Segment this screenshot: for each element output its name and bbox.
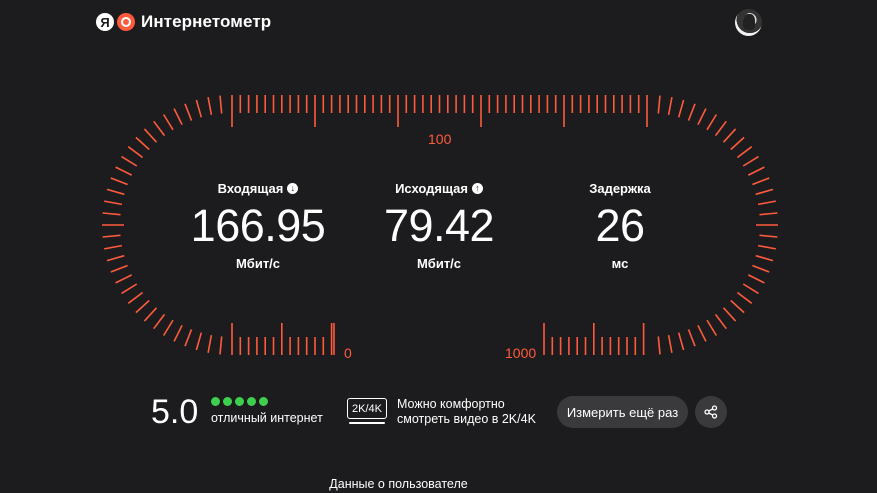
latency-metric: Задержка 26 мс [520, 180, 720, 272]
scale-label-0: 0 [344, 345, 352, 361]
scale-tick [687, 329, 696, 347]
latency-unit: мс [611, 256, 629, 271]
upload-label: Исходящая [395, 180, 468, 196]
scale-tick [722, 307, 737, 322]
scale-tick [736, 291, 753, 304]
scale-tick [747, 274, 765, 284]
scale-label-100: 100 [428, 131, 452, 147]
scale-tick [162, 319, 174, 336]
scale-tick [742, 283, 759, 295]
scale-tick [759, 234, 778, 238]
scale-tick [657, 336, 661, 355]
scale-tick [722, 128, 737, 143]
tv-stand-icon [349, 422, 385, 424]
retest-button[interactable]: Измерить ещё раз [557, 396, 688, 428]
video-description: Можно комфортно смотреть видео в 2K/4K [397, 397, 536, 427]
scale-tick [757, 200, 776, 206]
scale-tick [706, 114, 718, 131]
scale-tick [173, 324, 183, 342]
latency-label: Задержка [589, 180, 651, 196]
scale-tick [106, 254, 125, 262]
scale-tick [714, 120, 727, 137]
scale-tick [752, 264, 770, 273]
scale-tick [110, 264, 128, 273]
user-data-link[interactable]: Данные о пользователе [0, 477, 797, 491]
download-value: 166.95 [190, 200, 326, 251]
scale-tick [127, 146, 144, 159]
latency-value: 26 [595, 200, 645, 251]
upload-value: 79.42 [383, 200, 495, 251]
scale-tick [153, 313, 166, 330]
scale-tick [106, 188, 125, 196]
video-line-2: смотреть видео в 2K/4K [397, 412, 536, 426]
scale-tick [677, 332, 685, 351]
scale-tick [121, 283, 138, 295]
scale-tick [755, 188, 774, 196]
rating-dot [211, 397, 220, 406]
arrow-down-icon: ↓ [287, 182, 299, 194]
scale-tick [102, 234, 121, 238]
scale-tick [127, 291, 144, 304]
scale-tick [153, 120, 166, 137]
scale-tick [104, 244, 123, 250]
scale-tick [195, 332, 203, 351]
scale-tick [736, 146, 753, 159]
download-metric: Входящая ↓ 166.95 Мбит/с [158, 180, 358, 272]
rating-dot [247, 397, 256, 406]
scale-tick [207, 334, 213, 353]
scale-tick [677, 99, 685, 118]
share-button[interactable] [695, 396, 727, 428]
rating-text: отличный интернет [211, 411, 323, 425]
video-quality-badge: 2K/4K [347, 398, 387, 419]
scale-tick [667, 97, 673, 116]
video-line-1: Можно комфортно [397, 397, 505, 411]
scale-tick [135, 299, 150, 314]
download-label: Входящая [217, 180, 284, 196]
scale-tick [714, 313, 727, 330]
upload-unit: Мбит/с [416, 256, 462, 271]
scale-tick [143, 307, 158, 322]
download-unit: Мбит/с [235, 256, 281, 271]
scale-tick [657, 95, 661, 114]
share-icon [704, 405, 718, 419]
scale-tick [115, 274, 133, 284]
scale-tick [173, 108, 183, 126]
upload-metric: Исходящая ↑ 79.42 Мбит/с [339, 180, 539, 272]
scale-tick [667, 334, 673, 353]
scale-tick [759, 212, 778, 216]
scale-tick [110, 177, 128, 186]
scale-tick [730, 299, 745, 314]
rating-score: 5.0 [151, 393, 199, 431]
scale-tick [219, 95, 223, 114]
scale-tick [730, 136, 745, 151]
rating-dot [223, 397, 232, 406]
scale-tick [757, 244, 776, 250]
scale-tick [706, 319, 718, 336]
scale-tick [747, 166, 765, 176]
scale-tick [102, 212, 121, 216]
rating-dot [259, 397, 268, 406]
scale-tick [115, 166, 133, 176]
scale-tick [755, 254, 774, 262]
rating-dot [235, 397, 244, 406]
scale-tick [207, 97, 213, 116]
scale-tick [219, 336, 223, 355]
scale-tick [184, 329, 193, 347]
scale-tick [687, 103, 696, 121]
scale-label-1000: 1000 [505, 345, 537, 361]
scale-tick [143, 128, 158, 143]
scale-tick [752, 177, 770, 186]
scale-tick [697, 108, 707, 126]
scale-tick [742, 155, 759, 167]
scale-tick [104, 200, 123, 206]
scale-tick [697, 324, 707, 342]
scale-tick [135, 136, 150, 151]
arrow-up-icon: ↑ [471, 182, 483, 194]
scale-tick [162, 114, 174, 131]
scale-tick [184, 103, 193, 121]
rating-dots [211, 397, 268, 406]
scale-tick [195, 99, 203, 118]
scale-tick [121, 155, 138, 167]
